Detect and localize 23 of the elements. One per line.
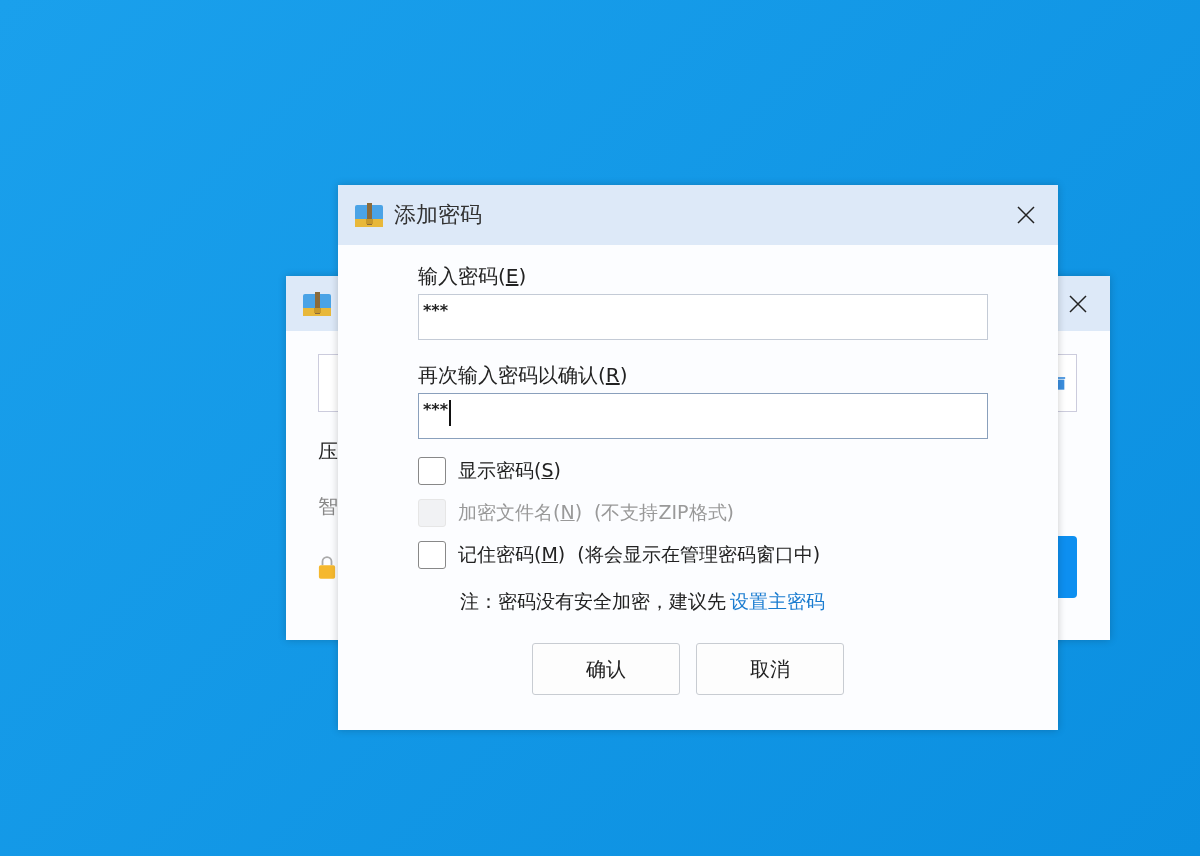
checkbox-label: 记住密码(M)	[458, 542, 566, 567]
checkbox-label: 显示密码(S)	[458, 458, 561, 483]
close-icon[interactable]	[1016, 205, 1036, 225]
field-label: 输入密码(E)	[418, 263, 527, 290]
lock-icon	[318, 554, 336, 580]
close-icon[interactable]	[1068, 293, 1088, 314]
checkbox[interactable]	[418, 541, 446, 569]
window-title: 添加密码	[394, 201, 482, 229]
option-note: (不支持ZIP格式)	[594, 500, 734, 525]
dialog-button[interactable]: 确认	[532, 643, 680, 695]
password-field[interactable]: ***	[418, 393, 988, 439]
notice-text: 注：密码没有安全加密，建议先	[460, 589, 726, 614]
set-master-password-link[interactable]: 设置主密码	[730, 589, 825, 615]
option-note: (将会显示在管理密码窗口中)	[577, 542, 821, 567]
label-text: 智	[318, 493, 338, 520]
dialog-button[interactable]: 取消	[696, 643, 844, 695]
field-label: 再次输入密码以确认(R)	[418, 362, 628, 389]
trash-icon[interactable]	[1056, 375, 1066, 391]
checkbox[interactable]	[418, 457, 446, 485]
checkbox-label: 加密文件名(N)	[458, 500, 583, 525]
label-text: 压	[318, 438, 338, 465]
archive-folder-icon	[354, 200, 384, 230]
password-field[interactable]: ***	[418, 294, 988, 340]
